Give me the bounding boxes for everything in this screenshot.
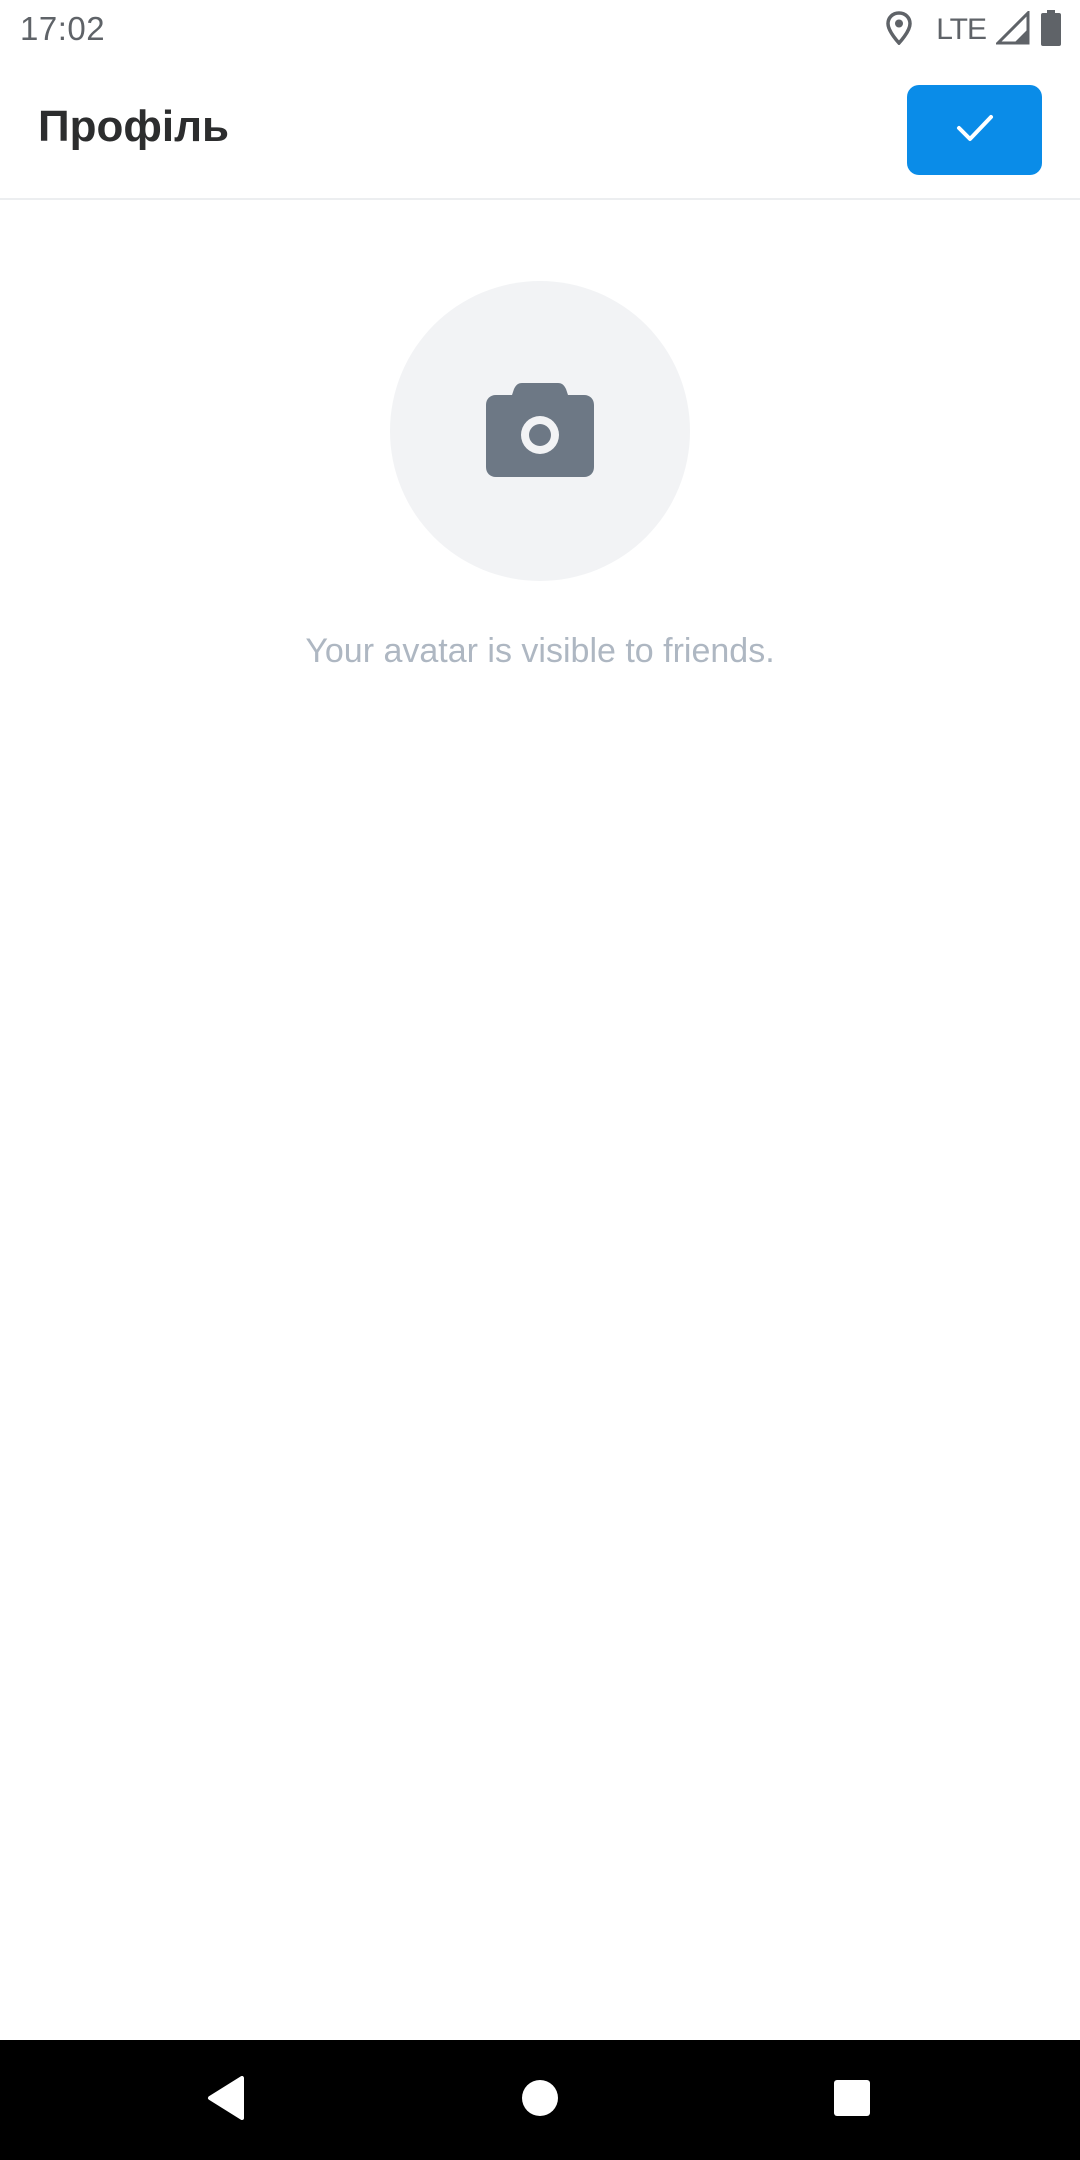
nav-recents-button[interactable] [812, 2060, 892, 2140]
status-bar: 17:02 LTE [0, 0, 1080, 60]
signal-icon [994, 8, 1030, 50]
battery-icon [1040, 9, 1062, 51]
camera-icon [484, 379, 596, 484]
home-icon [520, 2078, 560, 2123]
nav-home-button[interactable] [500, 2060, 580, 2140]
confirm-button[interactable] [907, 85, 1042, 175]
back-icon [206, 2075, 246, 2125]
location-icon [886, 10, 912, 50]
status-icons: LTE [886, 8, 1062, 51]
avatar-hint-text: Your avatar is visible to friends. [305, 632, 775, 670]
avatar-picker[interactable] [390, 281, 690, 581]
status-time: 17:02 [20, 10, 106, 47]
check-icon [955, 113, 995, 148]
system-nav-bar [0, 2040, 1080, 2160]
nav-back-button[interactable] [186, 2060, 266, 2140]
profile-screen: 17:02 LTE Профіль Your avatar is visible… [0, 0, 1080, 2160]
app-bar: Профіль [0, 60, 1080, 200]
page-title: Профіль [38, 102, 230, 151]
network-type-label: LTE [936, 13, 987, 46]
recents-icon [832, 2078, 872, 2123]
